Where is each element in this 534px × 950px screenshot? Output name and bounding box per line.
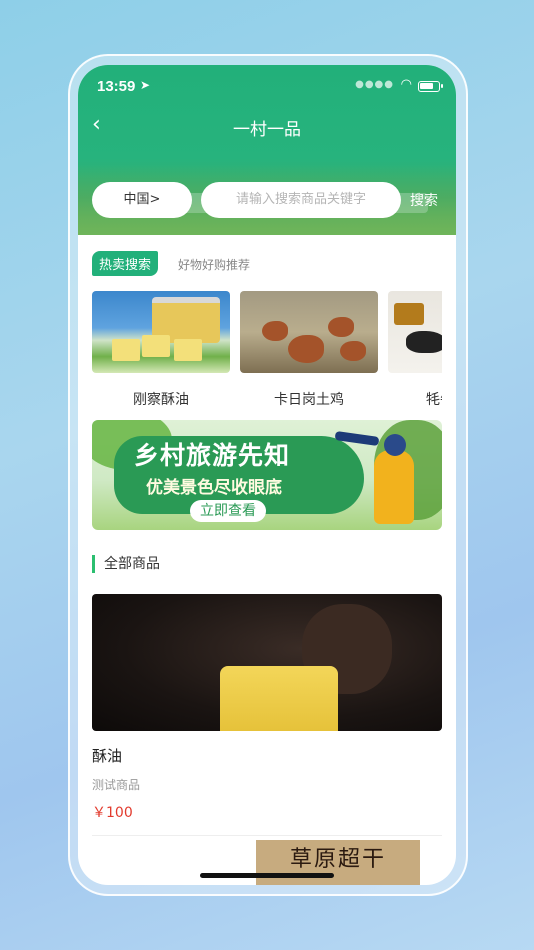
hen-shape <box>328 317 354 337</box>
product-image <box>388 291 442 373</box>
app-screen: 13:59 ➤ ●●●● ◠ ‹ 一村一品 中国> 请输入搜索商品关键字 搜索 … <box>78 65 456 885</box>
yak-shape <box>406 331 442 353</box>
product-price: ￥100 <box>92 805 133 821</box>
hot-search-subtitle: 好物好购推荐 <box>178 258 251 272</box>
hot-search-tag: 热卖搜索 <box>92 251 159 276</box>
search-input[interactable]: 请输入搜索商品关键字 <box>201 182 401 218</box>
product-card[interactable]: 酥油 测试商品 ￥100 <box>92 594 442 822</box>
product-image <box>92 291 230 373</box>
header: 13:59 ➤ ●●●● ◠ ‹ 一村一品 中国> 请输入搜索商品关键字 搜索 <box>78 65 456 235</box>
product-image <box>240 291 378 373</box>
hot-item-label: 刚察酥油 <box>133 392 189 408</box>
product-image <box>92 594 442 731</box>
location-arrow-icon: ➤ <box>140 78 151 92</box>
battery-icon <box>418 81 443 92</box>
banner-title: 乡村旅游先知 <box>134 441 291 470</box>
butter-block-shape <box>174 339 202 361</box>
home-indicator[interactable] <box>200 873 334 878</box>
person-illustration <box>374 434 414 524</box>
wifi-icon: ◠ <box>400 77 412 92</box>
status-time: 13:59 <box>97 78 136 95</box>
rural-tourism-banner[interactable]: 乡村旅游先知 优美景色尽收眼底 立即查看 <box>92 420 442 530</box>
hen-shape <box>288 335 324 363</box>
banner-subtitle: 优美景色尽收眼底 <box>146 478 282 498</box>
hot-items-carousel[interactable]: 刚察酥油 卡日岗土鸡 牦牛 <box>92 291 442 411</box>
butter-block-shape <box>142 335 170 357</box>
hot-item[interactable]: 卡日岗土鸡 <box>240 291 378 409</box>
hot-item[interactable]: 刚察酥油 <box>92 291 230 409</box>
signal-icon: ●●●● <box>355 79 394 90</box>
product-image[interactable]: 草原超干 <box>256 840 420 885</box>
search-button[interactable]: 搜索 <box>410 190 438 210</box>
status-bar: 13:59 ➤ ●●●● ◠ <box>78 65 456 109</box>
hen-shape <box>340 341 366 361</box>
hen-shape <box>262 321 288 341</box>
hot-item-label: 卡日岗土鸡 <box>274 392 344 408</box>
banner-cta-button[interactable]: 立即查看 <box>190 500 266 522</box>
divider <box>92 835 442 836</box>
hot-item-label: 牦牛 <box>426 392 442 408</box>
all-products-title: 全部商品 <box>92 555 160 573</box>
hot-item[interactable]: 牦牛 <box>388 291 442 409</box>
butter-block-shape <box>220 666 338 731</box>
brand-logo-shape <box>394 303 424 325</box>
product-description: 测试商品 <box>92 778 141 792</box>
product-name: 酥油 <box>92 747 123 765</box>
page-title: 一村一品 <box>233 120 301 140</box>
region-selector[interactable]: 中国> <box>92 182 192 218</box>
butter-block-shape <box>112 339 140 361</box>
